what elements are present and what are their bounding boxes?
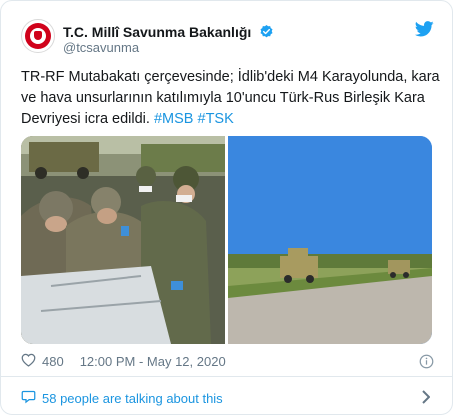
heart-icon[interactable] — [21, 353, 36, 370]
account-handle[interactable]: @tcsavunma — [63, 40, 139, 55]
hashtag-tsk[interactable]: #TSK — [198, 111, 234, 127]
info-icon[interactable] — [419, 354, 434, 374]
account-name-text[interactable]: T.C. Millî Savunma Bakanlığı — [63, 24, 251, 40]
speech-bubble-icon — [21, 389, 36, 407]
tweet-meta: 480 12:00 PM - May 12, 2020 — [21, 353, 226, 370]
twitter-bird-icon[interactable] — [414, 21, 434, 42]
footer-divider — [1, 376, 452, 377]
account-name[interactable]: T.C. Millî Savunma Bakanlığı — [63, 22, 274, 40]
photo-patrol-road[interactable] — [228, 136, 432, 344]
verified-badge-icon — [259, 24, 274, 42]
tweet-text: TR-RF Mutabakatı çerçevesinde; İdlib'dek… — [21, 67, 441, 130]
chevron-right-icon[interactable] — [421, 390, 431, 409]
conversation-link[interactable]: 58 people are talking about this — [21, 389, 223, 407]
like-count[interactable]: 480 — [42, 354, 64, 369]
tweet-card: T.C. Millî Savunma Bakanlığı @tcsavunma … — [0, 0, 453, 415]
conversation-text[interactable]: 58 people are talking about this — [42, 391, 223, 406]
photo-soldiers[interactable] — [21, 136, 225, 344]
emblem-shield — [34, 31, 42, 40]
hashtag-msb[interactable]: #MSB — [154, 111, 194, 127]
account-avatar[interactable] — [21, 19, 55, 53]
tweet-timestamp[interactable]: 12:00 PM - May 12, 2020 — [80, 354, 226, 369]
